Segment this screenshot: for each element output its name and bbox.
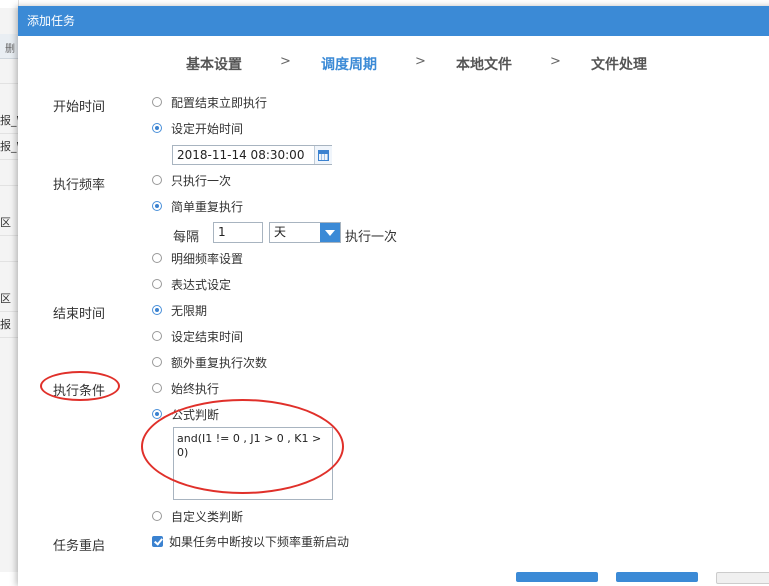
radio-button[interactable]: [152, 253, 162, 263]
start-option-set-time[interactable]: 设定开始时间: [152, 120, 243, 136]
end-option-unlimited[interactable]: 无限期: [152, 302, 207, 318]
end-time-label: 结束时间: [53, 307, 106, 322]
frequency-option-expression[interactable]: 表达式设定: [152, 276, 231, 292]
step-basic-settings[interactable]: 基本设置: [186, 54, 242, 74]
background-table-row: 报_W: [0, 108, 18, 134]
radio-button-checked[interactable]: [152, 305, 162, 315]
end-option-repeat-count[interactable]: 额外重复执行次数: [152, 354, 267, 370]
background-header-text: 删: [5, 44, 15, 55]
radio-button[interactable]: [152, 175, 162, 185]
background-table-row: [0, 58, 18, 84]
radio-label: 表达式设定: [171, 277, 232, 292]
checkbox-label: 如果任务中断按以下频率重新启动: [169, 535, 350, 549]
radio-label: 自定义类判断: [171, 509, 244, 524]
condition-option-custom-class[interactable]: 自定义类判断: [152, 508, 243, 524]
background-table-row: 报_W: [0, 134, 18, 160]
annotation-ellipse-formula: [141, 399, 344, 494]
frequency-option-simple-repeat[interactable]: 简单重复执行: [152, 198, 243, 214]
checkbox-checked[interactable]: [152, 536, 163, 547]
radio-button-checked[interactable]: [152, 201, 162, 211]
radio-button[interactable]: [152, 511, 162, 521]
dialog-title: 添加任务: [27, 14, 76, 28]
background-table-row: [0, 236, 18, 262]
step-local-files[interactable]: 本地文件: [456, 54, 512, 74]
radio-label: 无限期: [171, 303, 208, 318]
background-table-row: 区: [0, 210, 18, 236]
annotation-ellipse-condition: [40, 371, 120, 401]
interval-input[interactable]: 1: [213, 222, 263, 243]
background-top: [0, 0, 18, 8]
radio-button[interactable]: [152, 331, 162, 341]
background-table-row: [0, 160, 18, 186]
background-app: 删 报_W报_W区区报: [0, 0, 19, 572]
radio-label: 设定结束时间: [171, 329, 244, 344]
radio-label: 设定开始时间: [171, 121, 244, 136]
step-separator: >: [415, 54, 426, 69]
radio-label: 明细频率设置: [171, 251, 244, 266]
restart-checkbox-row[interactable]: 如果任务中断按以下频率重新启动: [152, 533, 349, 550]
radio-button[interactable]: [152, 383, 162, 393]
start-time-label: 开始时间: [53, 100, 106, 115]
background-table-row: 报: [0, 312, 18, 338]
chevron-down-icon[interactable]: [320, 223, 340, 242]
radio-button[interactable]: [152, 97, 162, 107]
calendar-icon: [318, 149, 329, 161]
radio-label: 简单重复执行: [171, 199, 244, 214]
start-option-immediate[interactable]: 配置结束立即执行: [152, 94, 267, 110]
radio-button[interactable]: [152, 357, 162, 367]
exec-once-label: 执行一次: [345, 230, 398, 245]
radio-label: 始终执行: [171, 381, 220, 396]
step-separator: >: [550, 54, 561, 69]
radio-label: 额外重复执行次数: [171, 355, 268, 370]
condition-option-always[interactable]: 始终执行: [152, 380, 219, 396]
bottom-button-secondary[interactable]: [616, 572, 698, 582]
radio-label: 只执行一次: [171, 173, 232, 188]
step-file-processing[interactable]: 文件处理: [591, 54, 647, 74]
bottom-button-cancel[interactable]: [716, 572, 769, 584]
radio-label: 配置结束立即执行: [171, 95, 268, 110]
wizard-steps: 基本设置 > 调度周期 > 本地文件 > 文件处理: [18, 54, 769, 74]
every-label: 每隔: [173, 230, 200, 245]
dialog-title-bar[interactable]: 添加任务: [18, 6, 769, 36]
bottom-button-primary[interactable]: [516, 572, 598, 582]
frequency-option-once[interactable]: 只执行一次: [152, 172, 231, 188]
start-datetime-input[interactable]: 2018-11-14 08:30:00: [172, 145, 332, 165]
end-option-set-time[interactable]: 设定结束时间: [152, 328, 243, 344]
frequency-label: 执行频率: [53, 178, 106, 193]
frequency-option-detailed[interactable]: 明细频率设置: [152, 250, 243, 266]
step-schedule[interactable]: 调度周期: [321, 54, 377, 74]
add-task-dialog: 添加任务 基本设置 > 调度周期 > 本地文件 > 文件处理 开始时间 配置结束…: [18, 6, 769, 586]
background-table-row: 区: [0, 286, 18, 312]
restart-label: 任务重启: [53, 539, 106, 554]
background-table-header: 删: [0, 34, 18, 59]
radio-button[interactable]: [152, 279, 162, 289]
step-separator: >: [280, 54, 291, 69]
calendar-button[interactable]: [314, 146, 332, 164]
radio-button-checked[interactable]: [152, 123, 162, 133]
